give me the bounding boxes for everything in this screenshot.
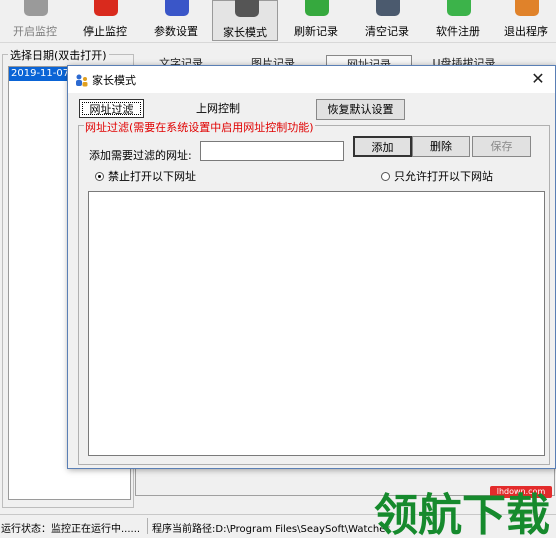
- radio-block-urls[interactable]: 禁止打开以下网址: [95, 168, 196, 184]
- parent-mode-icon: [235, 0, 259, 17]
- program-path: 程序当前路径:D:\Program Files\SeaySoft\Watcher: [152, 524, 390, 535]
- main-toolbar: 开启监控 停止监控 参数设置 家长模式 刷新记录 清空记录 软件注册 退出程序: [0, 0, 556, 43]
- radio-dot: [381, 172, 390, 181]
- parent-mode-dialog: 家长模式 ✕ 网址过滤 上网控制 恢复默认设置 网址过滤(需要在系统设置中启用网…: [67, 65, 556, 469]
- save-button[interactable]: 保存: [472, 136, 531, 157]
- clear-button[interactable]: 清空记录: [354, 0, 420, 41]
- refresh-label: 刷新记录: [294, 25, 338, 38]
- register-button[interactable]: 软件注册: [425, 0, 491, 41]
- tab-internet-control[interactable]: 上网控制: [183, 99, 253, 118]
- radio-dot-selected: [95, 172, 104, 181]
- start-monitor-label: 开启监控: [13, 25, 57, 38]
- radio-allow-label: 只允许打开以下网站: [394, 170, 493, 183]
- stop-icon: [94, 0, 118, 16]
- start-monitor-button[interactable]: 开启监控: [2, 0, 68, 41]
- exit-label: 退出程序: [504, 25, 548, 38]
- restore-defaults-button[interactable]: 恢复默认设置: [316, 99, 405, 120]
- settings-label: 参数设置: [154, 25, 198, 38]
- settings-icon: [165, 0, 189, 16]
- register-icon: [447, 0, 471, 16]
- clear-icon: [376, 0, 400, 16]
- radio-allow-only-urls[interactable]: 只允许打开以下网站: [381, 168, 493, 184]
- add-button[interactable]: 添加: [353, 136, 412, 157]
- watermark-logo: 领航下载: [374, 490, 550, 536]
- dialog-title: 家长模式: [92, 74, 136, 87]
- refresh-button[interactable]: 刷新记录: [283, 0, 349, 41]
- start-icon: [24, 0, 48, 16]
- exit-button[interactable]: 退出程序: [493, 0, 556, 41]
- register-label: 软件注册: [436, 25, 480, 38]
- status-divider: [147, 518, 148, 534]
- settings-button[interactable]: 参数设置: [143, 0, 209, 41]
- close-icon[interactable]: ✕: [526, 68, 550, 90]
- refresh-icon: [305, 0, 329, 16]
- delete-button[interactable]: 删除: [412, 136, 470, 157]
- date-group-title: 选择日期(双击打开): [8, 47, 109, 63]
- url-list[interactable]: [88, 191, 545, 456]
- clear-label: 清空记录: [365, 25, 409, 38]
- stop-monitor-button[interactable]: 停止监控: [72, 0, 138, 41]
- url-field-label: 添加需要过滤的网址:: [89, 149, 192, 162]
- radio-block-label: 禁止打开以下网址: [108, 170, 196, 183]
- stop-monitor-label: 停止监控: [83, 25, 127, 38]
- parent-mode-icon: [76, 74, 88, 87]
- date-list-item[interactable]: 2019-11-07: [9, 67, 67, 81]
- watermark-text: 领航下载: [374, 490, 550, 536]
- parent-mode-label: 家长模式: [223, 26, 267, 39]
- run-status: 运行状态：监控正在运行中......: [1, 524, 141, 535]
- tab-url-filter[interactable]: 网址过滤: [79, 99, 144, 118]
- dialog-titlebar[interactable]: 家长模式 ✕: [68, 66, 555, 93]
- parent-mode-button[interactable]: 家长模式: [212, 0, 278, 41]
- url-filter-group-title: 网址过滤(需要在系统设置中启用网址控制功能): [84, 119, 315, 135]
- url-input[interactable]: [200, 141, 344, 161]
- exit-icon: [515, 0, 539, 16]
